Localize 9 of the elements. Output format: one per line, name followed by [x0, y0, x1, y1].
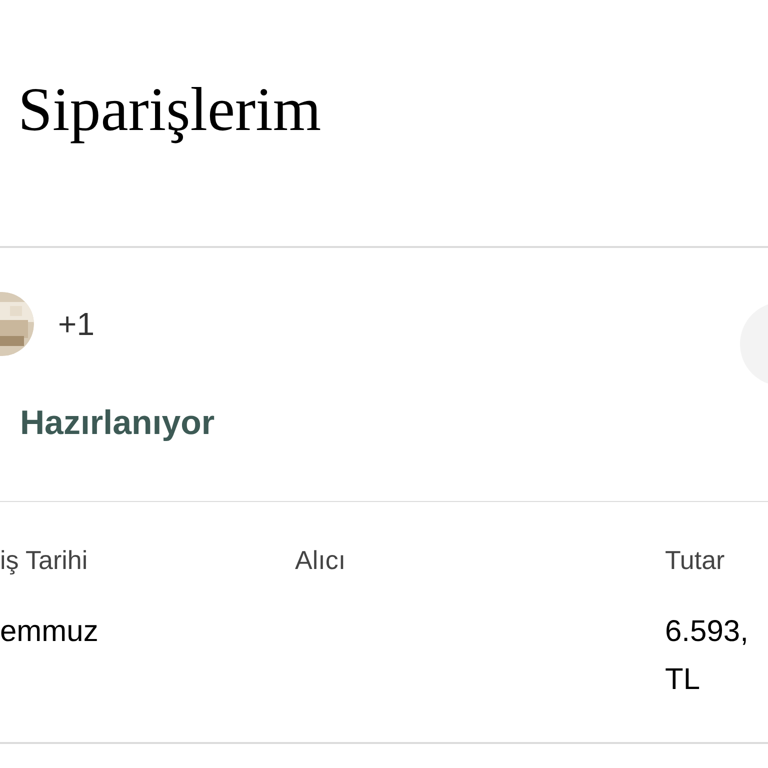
order-status: Hazırlanıyor [20, 404, 215, 442]
column-value: emmuz [0, 614, 100, 650]
column-label: Alıcı [295, 544, 347, 577]
column-label: Tutar [665, 544, 726, 577]
column-label: iş Tarihi [0, 544, 89, 577]
extra-count: +1 [58, 305, 94, 344]
page-title: Siparişlerim [18, 75, 322, 146]
column-value: TL [665, 662, 702, 698]
column-value: 6.593, [665, 614, 750, 650]
